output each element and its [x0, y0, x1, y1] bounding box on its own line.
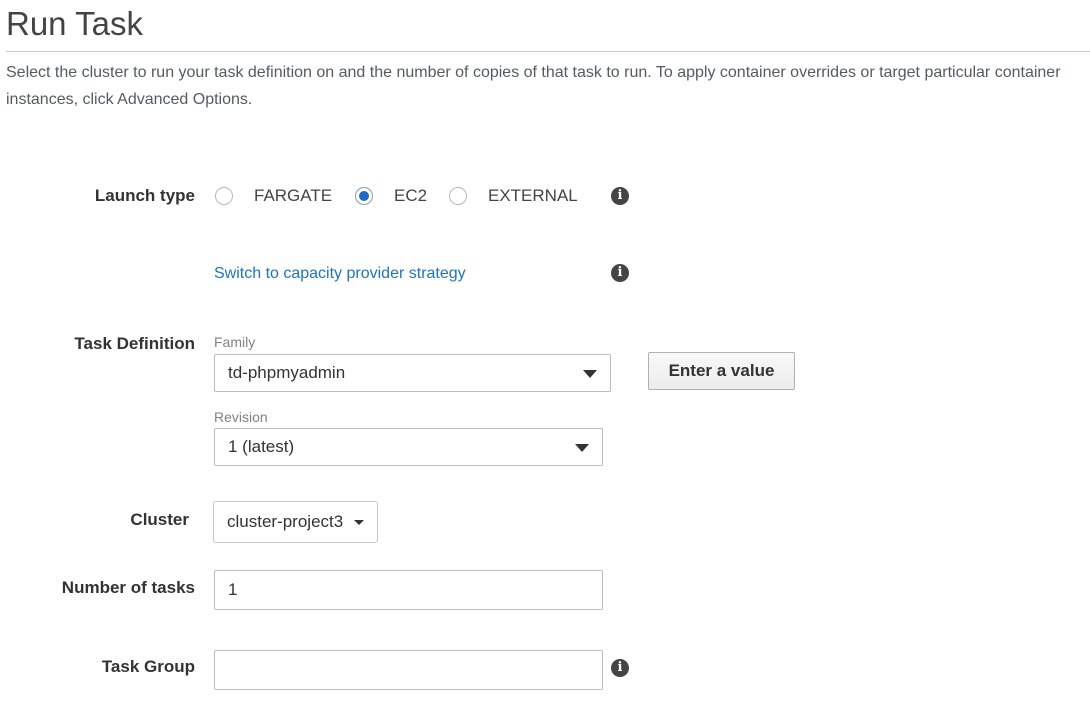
capacity-provider-link[interactable]: Switch to capacity provider strategy [214, 265, 466, 283]
family-select[interactable]: td-phpmyadmin [214, 354, 611, 392]
caret-down-icon [583, 370, 597, 378]
launch-type-label: Launch type [94, 186, 195, 205]
task-group-label: Task Group [101, 657, 195, 676]
radio-fargate-label[interactable]: FARGATE [254, 186, 332, 206]
title-divider [6, 51, 1090, 52]
family-select-value: td-phpmyadmin [228, 363, 346, 382]
revision-label: Revision [214, 409, 268, 425]
info-icon[interactable]: i [611, 187, 629, 205]
cluster-label: Cluster [130, 510, 189, 529]
task-definition-label: Task Definition [74, 334, 195, 353]
revision-select-value: 1 (latest) [228, 437, 295, 456]
task-group-input[interactable] [214, 650, 603, 690]
caret-down-icon [575, 444, 589, 452]
info-icon[interactable]: i [611, 264, 629, 282]
revision-select[interactable]: 1 (latest) [214, 428, 603, 466]
family-label: Family [214, 334, 256, 350]
page-title: Run Task [6, 5, 143, 42]
number-of-tasks-input[interactable]: 1 [214, 570, 603, 610]
radio-ec2-label[interactable]: EC2 [394, 186, 427, 206]
radio-external[interactable] [449, 187, 467, 205]
number-of-tasks-label: Number of tasks [61, 578, 195, 597]
caret-down-icon [354, 520, 364, 525]
enter-value-button[interactable]: Enter a value [648, 352, 795, 390]
radio-external-label[interactable]: EXTERNAL [488, 186, 578, 206]
cluster-dropdown-value: cluster-project3 [227, 512, 344, 531]
page-description: Select the cluster to run your task defi… [6, 64, 1061, 108]
info-icon[interactable]: i [611, 659, 629, 677]
cluster-dropdown[interactable]: cluster-project3 [213, 501, 378, 543]
radio-fargate[interactable] [215, 187, 233, 205]
radio-ec2[interactable] [355, 187, 373, 205]
